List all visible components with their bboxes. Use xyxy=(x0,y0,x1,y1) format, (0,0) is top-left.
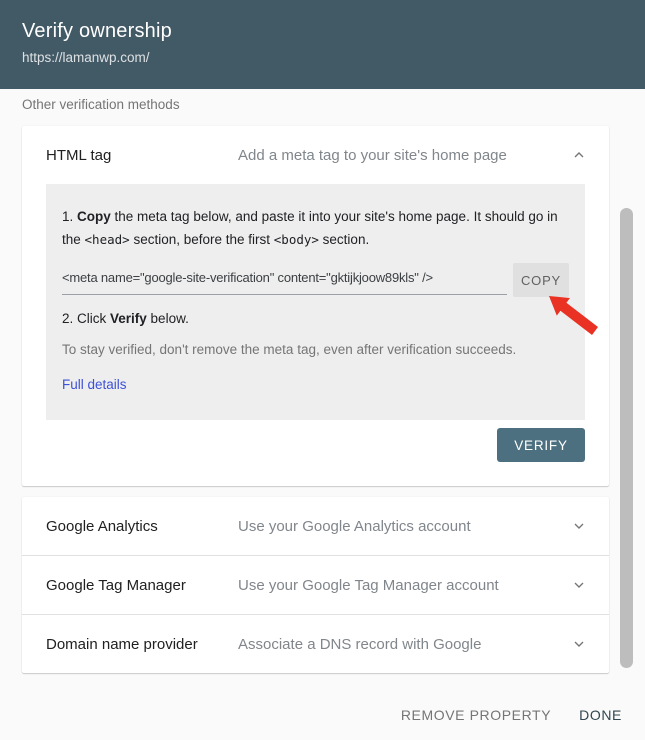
page-title: Verify ownership xyxy=(22,20,172,42)
remove-property-button[interactable]: REMOVE PROPERTY xyxy=(401,707,551,723)
done-button[interactable]: DONE xyxy=(579,707,622,723)
method-title: Google Analytics xyxy=(46,517,158,535)
panel-title: HTML tag xyxy=(46,146,112,164)
method-title: Domain name provider xyxy=(46,635,198,653)
method-row-google-analytics[interactable]: Google Analytics Use your Google Analyti… xyxy=(22,497,609,555)
section-label: Other verification methods xyxy=(22,97,180,112)
dialog-header: Verify ownership https://lamanwp.com/ xyxy=(0,0,645,89)
method-row-domain-name-provider[interactable]: Domain name provider Associate a DNS rec… xyxy=(22,615,609,673)
copy-button[interactable]: COPY xyxy=(513,263,569,297)
verify-button[interactable]: VERIFY xyxy=(497,428,585,462)
method-title: Google Tag Manager xyxy=(46,576,186,594)
method-subtitle: Associate a DNS record with Google xyxy=(238,635,482,653)
property-url: https://lamanwp.com/ xyxy=(22,50,150,65)
instruction-box: 1. Copy the meta tag below, and paste it… xyxy=(46,184,585,420)
dialog-footer: REMOVE PROPERTY DONE xyxy=(0,690,645,740)
chevron-down-icon[interactable] xyxy=(571,518,587,534)
method-subtitle: Use your Google Analytics account xyxy=(238,517,471,535)
stay-verified-note: To stay verified, don't remove the meta … xyxy=(62,342,517,357)
chevron-down-icon[interactable] xyxy=(571,577,587,593)
meta-tag-row: <meta name="google-site-verification" co… xyxy=(62,263,569,297)
html-tag-panel-header[interactable]: HTML tag Add a meta tag to your site's h… xyxy=(22,126,609,184)
full-details-link[interactable]: Full details xyxy=(62,377,127,392)
chevron-up-icon[interactable] xyxy=(571,147,587,163)
panel-subtitle: Add a meta tag to your site's home page xyxy=(238,146,507,164)
body-tag-code: <body> xyxy=(273,231,319,247)
html-tag-panel: HTML tag Add a meta tag to your site's h… xyxy=(22,126,609,486)
head-tag-code: <head> xyxy=(84,231,130,247)
method-row-google-tag-manager[interactable]: Google Tag Manager Use your Google Tag M… xyxy=(22,556,609,614)
step2-text: 2. Click Verify below. xyxy=(62,311,189,326)
verify-button-row: VERIFY xyxy=(22,420,609,486)
method-subtitle: Use your Google Tag Manager account xyxy=(238,576,499,594)
step1-text: 1. Copy the meta tag below, and paste it… xyxy=(62,209,558,247)
verify-ownership-dialog: Verify ownership https://lamanwp.com/ Ot… xyxy=(0,0,645,740)
chevron-down-icon[interactable] xyxy=(571,636,587,652)
scrollbar-thumb[interactable] xyxy=(620,208,633,668)
meta-tag-field[interactable]: <meta name="google-site-verification" co… xyxy=(62,265,507,295)
other-methods-list: Google Analytics Use your Google Analyti… xyxy=(22,497,609,673)
